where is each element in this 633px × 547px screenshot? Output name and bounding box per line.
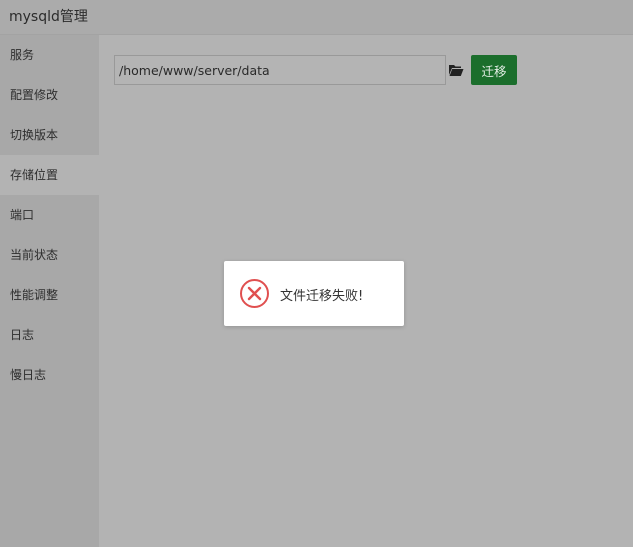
sidebar-item-performance[interactable]: 性能调整 xyxy=(0,275,99,315)
error-circle-icon xyxy=(239,278,270,309)
sidebar-item-log[interactable]: 日志 xyxy=(0,315,99,355)
sidebar: 服务 配置修改 切换版本 存储位置 端口 当前状态 性能调整 日志 慢日志 xyxy=(0,35,99,547)
sidebar-item-slow-log[interactable]: 慢日志 xyxy=(0,355,99,395)
error-toast: 文件迁移失败! xyxy=(224,261,404,326)
sidebar-item-service[interactable]: 服务 xyxy=(0,35,99,75)
sidebar-item-status[interactable]: 当前状态 xyxy=(0,235,99,275)
folder-open-icon-graphic xyxy=(449,65,464,76)
migrate-button[interactable]: 迁移 xyxy=(471,55,517,85)
toast-message: 文件迁移失败! xyxy=(280,289,364,304)
title-bar: mysqld管理 xyxy=(0,0,633,35)
storage-path-input[interactable] xyxy=(114,55,446,85)
sidebar-item-port[interactable]: 端口 xyxy=(0,195,99,235)
sidebar-item-switch-version[interactable]: 切换版本 xyxy=(0,115,99,155)
folder-open-icon[interactable] xyxy=(448,62,464,78)
sidebar-item-storage[interactable]: 存储位置 xyxy=(0,155,99,195)
sidebar-item-config[interactable]: 配置修改 xyxy=(0,75,99,115)
window-title: mysqld管理 xyxy=(9,9,88,25)
